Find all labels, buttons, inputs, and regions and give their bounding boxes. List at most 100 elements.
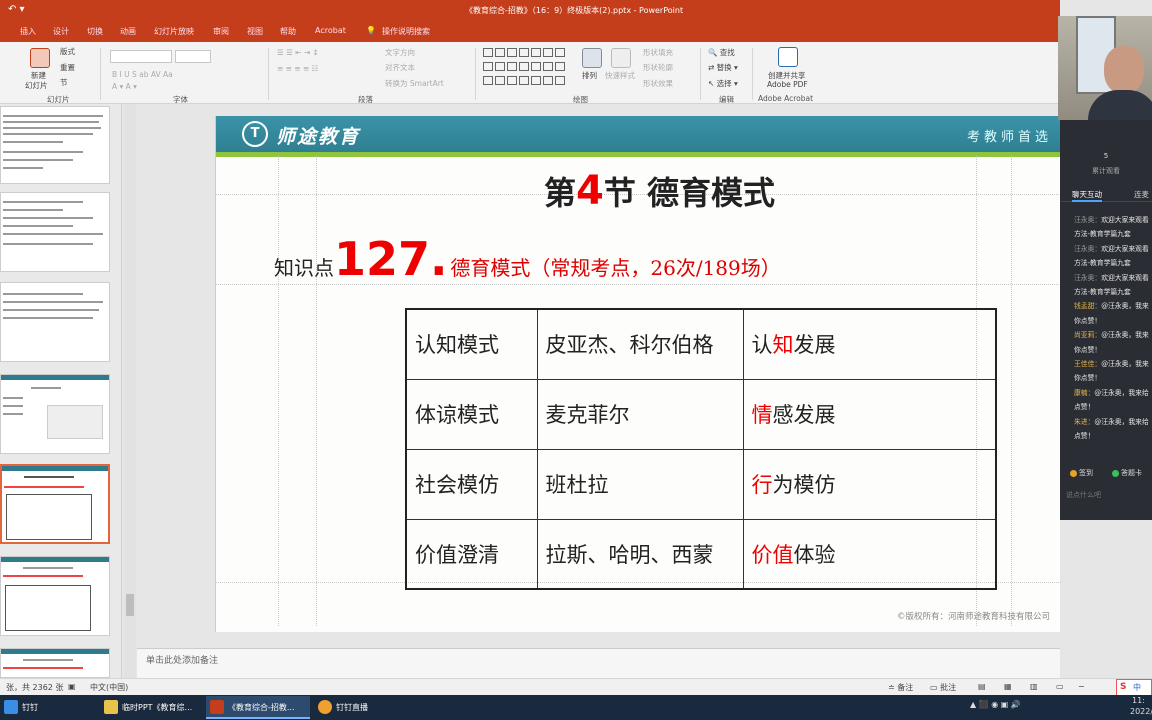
section-button[interactable]: 节 (60, 77, 68, 88)
chat-text: 点赞！ (1074, 432, 1095, 440)
presenter-head (1104, 46, 1144, 94)
ime-icon[interactable]: S中 (1116, 679, 1152, 696)
person-cell: 皮亚杰、科尔伯格 (536, 308, 744, 380)
reset-button[interactable]: 重置 (60, 62, 75, 73)
zoom-slider[interactable]: − (1078, 682, 1085, 691)
slide-thumbnail[interactable] (0, 556, 110, 636)
chat-text: 方法-教育学篇九套 (1074, 230, 1131, 239)
taskbar-label: 《教育综合-招教... (228, 703, 295, 712)
taskbar-folder[interactable]: 临时PPT《教育综... (100, 696, 200, 719)
arrange-button[interactable]: 排列 (582, 70, 597, 81)
sign-in-label: 签到 (1079, 469, 1093, 477)
slide-sorter-icon[interactable]: ▦ (1004, 682, 1012, 691)
quick-access-icon[interactable]: ↶ ▾ (8, 4, 25, 15)
tab-view[interactable]: 视图 (247, 26, 263, 37)
taskbar-dingtalk[interactable]: 钉钉 (0, 696, 92, 719)
taskbar-live[interactable]: 钉钉直播 (314, 696, 414, 719)
shape-outline-button[interactable]: 形状轮廓 (643, 62, 673, 73)
slide-thumbnail-current[interactable] (0, 464, 110, 544)
notes-placeholder[interactable]: 单击此处添加备注 (146, 653, 218, 666)
notes-toggle[interactable]: ≐ 备注 (888, 682, 913, 693)
new-slide-label-2[interactable]: 幻灯片 (25, 80, 48, 91)
chat-text: 欢迎大家来观看 (1101, 216, 1149, 224)
ribbon-separator (100, 48, 101, 100)
select-button[interactable]: ↖ 选择 ▾ (708, 78, 738, 89)
tab-review[interactable]: 审阅 (213, 26, 229, 37)
taskbar-powerpoint[interactable]: 《教育综合-招教... (206, 696, 310, 719)
thumbnail-scrollbar[interactable] (124, 104, 136, 678)
section-prefix: 第 (544, 174, 577, 212)
normal-view-icon[interactable]: ▤ (978, 682, 986, 691)
font-format-icons[interactable]: B I U S ab AV Aa (112, 70, 173, 79)
answer-card-button[interactable]: 答题卡 (1112, 468, 1142, 478)
focus-text: 认 (751, 333, 773, 358)
tab-slideshow[interactable]: 幻灯片放映 (154, 26, 194, 37)
adobe-pdf-label[interactable]: Adobe PDF (767, 80, 808, 89)
slideshow-icon[interactable]: ▭ (1056, 682, 1064, 691)
taskbar: 钉钉 临时PPT《教育综... 《教育综合-招教... 钉钉直播 ▲ ⬛ ◉ ▣… (0, 695, 1152, 720)
chat-text: @汪永奥，我来给 (1094, 417, 1149, 426)
quick-styles-button[interactable]: 快速样式 (605, 70, 635, 81)
lightbulb-icon: 💡 (366, 26, 376, 35)
new-slide-icon[interactable] (30, 48, 50, 68)
slide-thumbnail-panel (0, 104, 122, 678)
language-indicator[interactable]: 中文(中国) (90, 682, 128, 693)
font-size-box[interactable] (175, 50, 211, 63)
adobe-pdf-icon[interactable] (778, 47, 798, 67)
replace-button[interactable]: ⇄ 替换 ▾ (708, 62, 738, 73)
list-icons[interactable]: ☰ ☰ ⇤ ⇥ ↕ (277, 48, 319, 57)
comments-toggle[interactable]: ▭ 批注 (930, 682, 956, 693)
tab-design[interactable]: 设计 (53, 26, 69, 37)
focus-emphasis: 情 (751, 403, 773, 427)
shapes-gallery[interactable] (482, 47, 574, 89)
tab-transitions[interactable]: 切换 (87, 26, 103, 37)
shape-effects-button[interactable]: 形状效果 (643, 78, 673, 89)
tray-icons[interactable]: ▲ ⬛ ◉ ▣ 🔊 (970, 700, 1021, 709)
quick-styles-icon[interactable] (611, 48, 631, 68)
shape-fill-button[interactable]: 形状填充 (643, 47, 673, 58)
focus-text: 感发展 (772, 403, 836, 427)
slide[interactable]: T 师途教育 考教师首选 第4节 德育模式 知识点127. 德育模式（常规考点，… (215, 116, 1061, 632)
chat-author: 王佳佳： (1074, 360, 1102, 368)
font-name-box[interactable] (110, 50, 172, 63)
scrollbar-thumb[interactable] (126, 594, 134, 616)
chat-message: 钱孟甜：@汪永奥，我来 (1074, 302, 1152, 311)
align-icons[interactable]: ≡ ≡ ≡ ≡ ☷ (277, 64, 318, 73)
taskbar-label: 钉钉直播 (336, 703, 368, 712)
layout-button[interactable]: 版式 (60, 46, 75, 57)
chat-message: 点赞！ (1074, 432, 1152, 441)
slide-thumbnail[interactable] (0, 192, 110, 272)
chat-text: 欢迎大家来观看 (1101, 244, 1149, 253)
sign-in-button[interactable]: 签到 (1070, 468, 1093, 478)
mode-cell: 体谅模式 (405, 378, 538, 450)
guide-line (316, 156, 317, 626)
tab-connect[interactable]: 连麦 (1134, 189, 1149, 200)
slide-thumbnail[interactable] (0, 374, 110, 454)
arrange-icon[interactable] (582, 48, 602, 68)
tab-insert[interactable]: 插入 (20, 26, 36, 37)
tab-chat[interactable]: 聊天互动 (1072, 189, 1102, 202)
tab-acrobat[interactable]: Acrobat (315, 26, 346, 35)
find-button[interactable]: 🔍 查找 (708, 47, 735, 58)
tab-help[interactable]: 帮助 (280, 26, 296, 37)
smartart-button[interactable]: 转换为 SmartArt (385, 78, 444, 89)
font-color-icons[interactable]: A ▾ A ▾ (112, 82, 137, 91)
accessibility-icon[interactable]: ▣ (68, 682, 76, 691)
slide-thumbnail[interactable] (0, 282, 110, 362)
reading-view-icon[interactable]: ▥ (1030, 682, 1038, 691)
chat-text: @汪永奥，我来 (1101, 331, 1149, 340)
slide-thumbnail[interactable] (0, 106, 110, 184)
chat-message: 方法-教育学篇九套 (1074, 288, 1152, 297)
notes-pane[interactable]: 单击此处添加备注 (137, 648, 1060, 678)
viewer-label: 累计观看 (1092, 167, 1120, 175)
comments-toggle-label: 批注 (940, 683, 957, 692)
tell-me-search[interactable]: 操作说明搜索 (382, 26, 430, 37)
text-direction-button[interactable]: 文字方向 (385, 47, 415, 58)
select-label: 选择 (716, 79, 732, 88)
slide-thumbnail[interactable] (0, 648, 110, 678)
chat-message: 方法-教育学篇九套 (1074, 230, 1152, 239)
chat-message: 汪永奥：欢迎大家来观看 (1074, 274, 1152, 283)
chat-input[interactable]: 说点什么吧 (1066, 490, 1101, 500)
tab-animations[interactable]: 动画 (120, 26, 136, 37)
align-text-button[interactable]: 对齐文本 (385, 62, 415, 73)
